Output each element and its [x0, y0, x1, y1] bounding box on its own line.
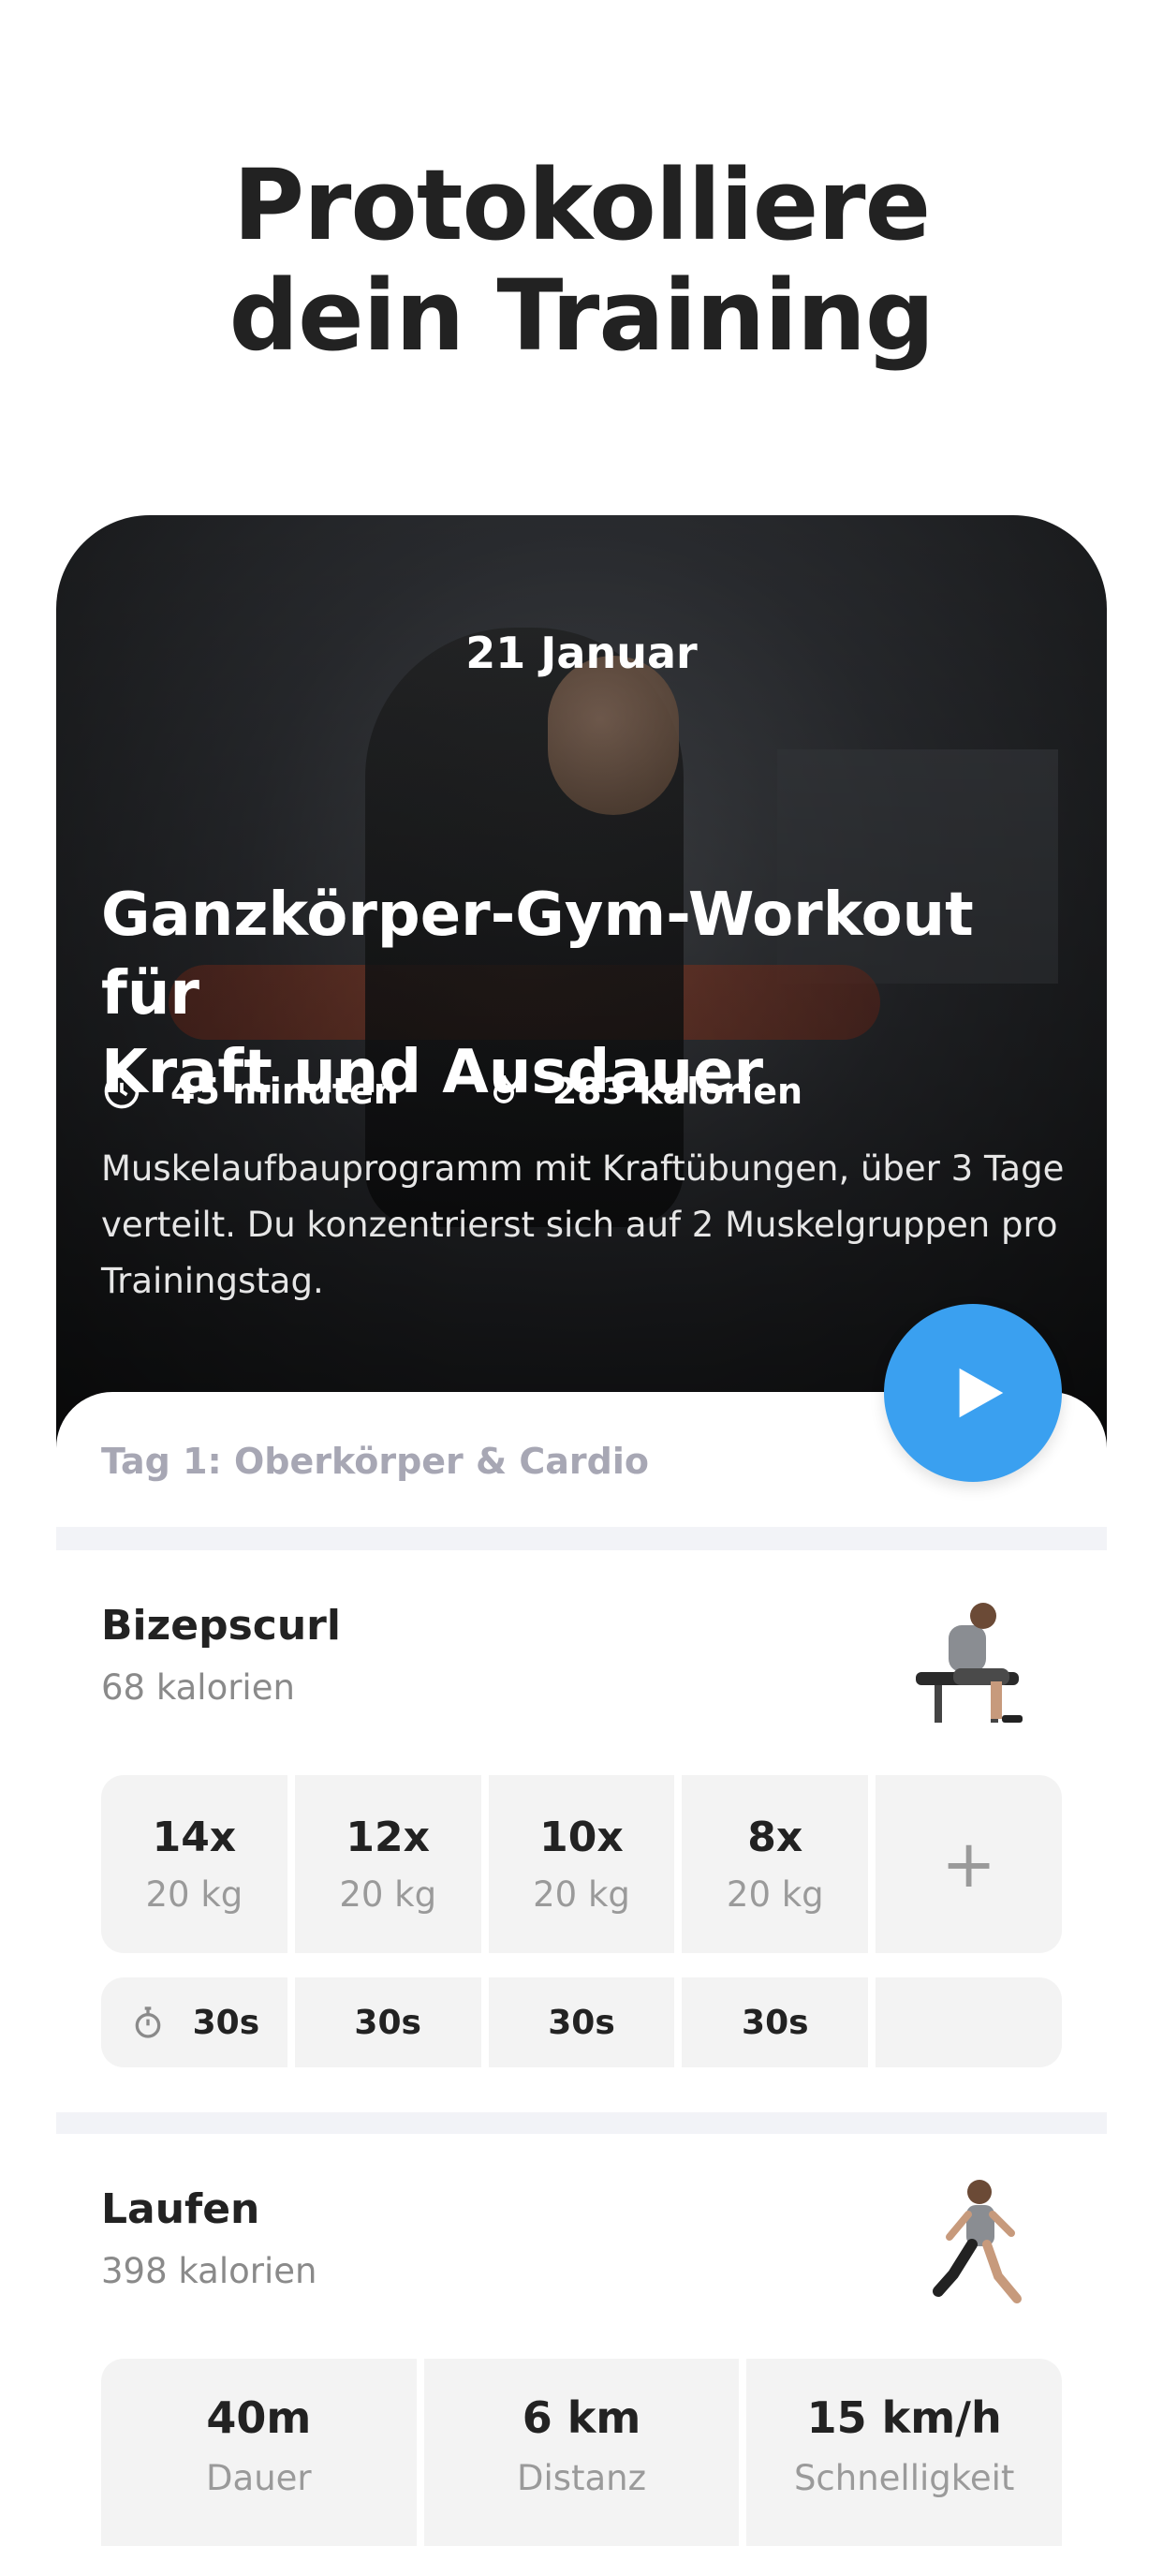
calories-text: 283 kalorien: [552, 1071, 803, 1112]
workout-meta: 45 minuten 283 kalorien: [101, 1068, 887, 1115]
stat-value: 15 km/h: [806, 2392, 1002, 2443]
exercise-calories: 68 kalorien: [101, 1667, 295, 1708]
rest-time: 30s: [742, 2003, 809, 2042]
set-reps: 10x: [539, 1814, 624, 1861]
set-cell-1[interactable]: 14x 20 kg: [101, 1775, 287, 1953]
stat-label: Distanz: [516, 2458, 647, 2498]
rest-row: 30s 30s 30s 30s: [101, 1977, 1062, 2067]
sets-row: 14x 20 kg 12x 20 kg 10x 20 kg 8x 20 kg +: [101, 1775, 1062, 1953]
duration-text: 45 minuten: [170, 1071, 399, 1112]
running-thumbnail: [933, 2180, 1022, 2303]
headline-line-1: Protokolliere: [232, 148, 931, 262]
stat-value: 6 km: [522, 2392, 641, 2443]
set-reps: 14x: [152, 1814, 237, 1861]
play-button[interactable]: [884, 1304, 1062, 1482]
page-headline: Protokolliere dein Training: [0, 150, 1163, 371]
calories-meta: 283 kalorien: [483, 1071, 802, 1112]
headline-line-2: dein Training: [228, 259, 935, 373]
rest-cell-3[interactable]: 30s: [488, 1977, 675, 2067]
workout-description: Muskelaufbauprogramm mit Kraftübungen, ü…: [101, 1148, 1065, 1301]
rest-cell-1[interactable]: 30s: [101, 1977, 287, 2067]
stats-row: 40m Dauer 6 km Distanz 15 km/h Schnellig…: [101, 2359, 1063, 2546]
set-cell-3[interactable]: 10x 20 kg: [488, 1775, 675, 1953]
duration-meta: 45 minuten: [101, 1071, 399, 1112]
workout-date: 21 Januar: [465, 628, 698, 678]
workout-card[interactable]: 21 Januar Ganzkörper-Gym-Workout für Kra…: [56, 515, 1107, 2576]
set-weight: 20 kg: [533, 1874, 630, 1915]
rest-cell-empty: [876, 1977, 1062, 2067]
set-reps: 12x: [346, 1814, 430, 1861]
stat-label: Schnelligkeit: [793, 2458, 1015, 2498]
rest-time: 30s: [548, 2003, 615, 2042]
stat-duration[interactable]: 40m Dauer: [101, 2359, 417, 2546]
stat-speed[interactable]: 15 km/h Schnelligkeit: [746, 2359, 1063, 2546]
flame-icon: [493, 1074, 514, 1103]
bicep-curl-thumbnail: [916, 1603, 1023, 1723]
set-weight: 20 kg: [339, 1874, 437, 1915]
set-cell-2[interactable]: 12x 20 kg: [294, 1775, 481, 1953]
rest-cell-2[interactable]: 30s: [294, 1977, 481, 2067]
exercise-calories: 398 kalorien: [101, 2251, 317, 2291]
stat-label: Dauer: [206, 2458, 312, 2498]
day-label: Tag 1: Oberkörper & Cardio: [101, 1441, 649, 1482]
stat-value: 40m: [206, 2392, 312, 2443]
play-icon: [959, 1368, 1004, 1418]
set-weight: 20 kg: [726, 1874, 824, 1915]
exercise-name: Bizepscurl: [101, 1602, 341, 1650]
set-weight: 20 kg: [145, 1874, 243, 1915]
set-reps: 8x: [747, 1814, 803, 1861]
rest-time: 30s: [354, 2003, 421, 2042]
workout-title-line-1: Ganzkörper-Gym-Workout für: [101, 881, 974, 1029]
stat-distance[interactable]: 6 km Distanz: [423, 2359, 740, 2546]
plus-icon: +: [941, 1826, 996, 1902]
exercise-card-bizepscurl[interactable]: Bizepscurl 68 kalorien 14x 20 kg 12x 20 …: [56, 1550, 1107, 2112]
exercise-name: Laufen: [101, 2185, 260, 2233]
stopwatch-icon: [135, 2006, 160, 2038]
exercise-card-laufen[interactable]: Laufen 398 kalorien 40m Dauer 6 km Dista…: [56, 2134, 1107, 2576]
set-cell-4[interactable]: 8x 20 kg: [682, 1775, 869, 1953]
clock-icon: [104, 1073, 140, 1109]
add-set-button[interactable]: +: [876, 1775, 1062, 1953]
rest-cell-4[interactable]: 30s: [682, 1977, 869, 2067]
rest-time: 30s: [192, 2003, 260, 2042]
